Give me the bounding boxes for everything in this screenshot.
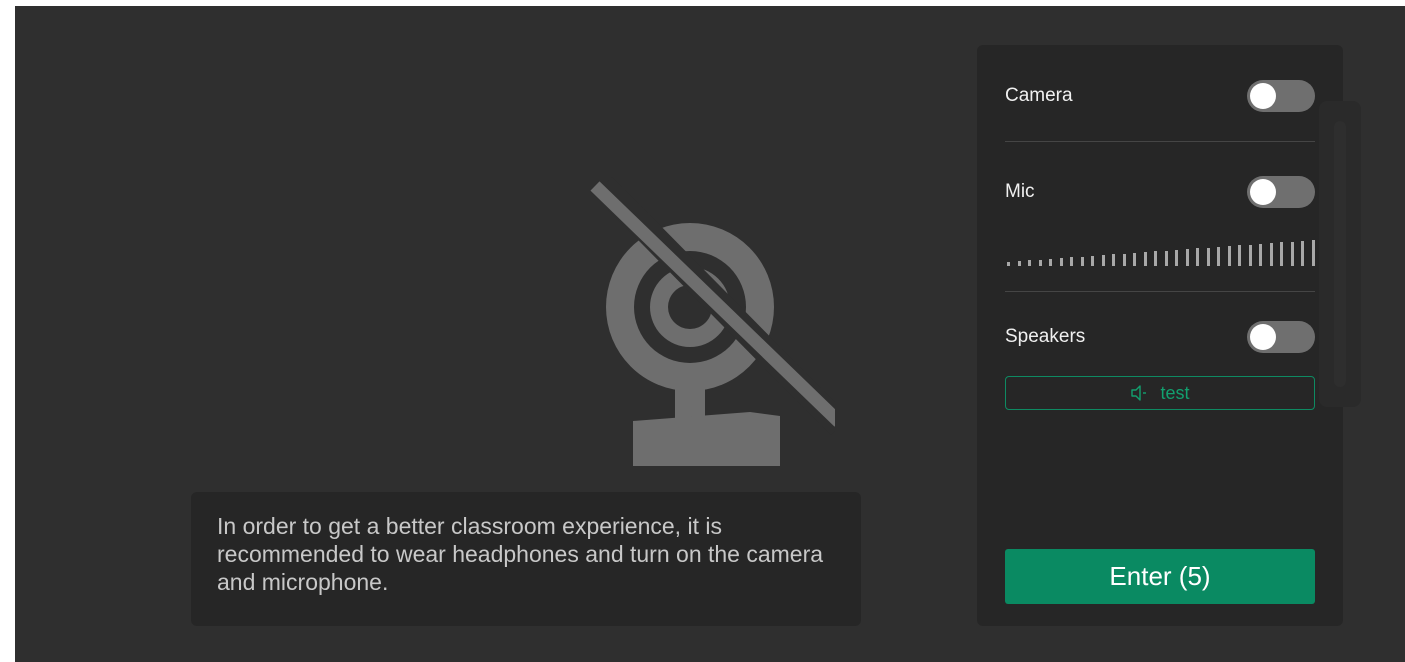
preview-screen: In order to get a better classroom exper… <box>15 6 1405 662</box>
mic-level-bar <box>1080 257 1084 266</box>
speaker-test-button[interactable]: test <box>1005 376 1315 410</box>
mic-row: Mic <box>1005 175 1315 209</box>
camera-off-icon <box>590 176 835 466</box>
mic-level-bar <box>1227 246 1231 266</box>
mic-level-bar <box>1196 248 1200 266</box>
mic-level-bar <box>1070 257 1074 266</box>
speakers-toggle[interactable] <box>1247 321 1315 353</box>
mic-level-bar <box>1101 255 1105 266</box>
speaker-test-label: test <box>1160 382 1190 403</box>
speakers-label: Speakers <box>1005 326 1086 347</box>
mic-level-meter <box>1007 234 1315 266</box>
mic-level-bar <box>1091 256 1095 266</box>
camera-preview: In order to get a better classroom exper… <box>15 6 975 662</box>
mic-level-bar <box>1280 242 1284 266</box>
mic-toggle-knob <box>1250 179 1276 205</box>
mic-level-bar <box>1185 249 1189 266</box>
mic-level-bar <box>1164 251 1168 266</box>
camera-toggle[interactable] <box>1247 80 1315 112</box>
mic-level-bar <box>1154 251 1158 266</box>
mic-level-bar <box>1248 245 1252 266</box>
mic-level-bar <box>1133 253 1137 266</box>
camera-row: Camera <box>1005 79 1315 113</box>
mic-level-bar <box>1049 259 1053 266</box>
speaker-icon <box>1131 385 1147 401</box>
mic-level-bar <box>1301 241 1305 266</box>
mic-level-bar <box>1311 240 1315 266</box>
speakers-toggle-knob <box>1250 324 1276 350</box>
scrollbar-thumb[interactable] <box>1334 121 1346 387</box>
mic-level-bar <box>1007 262 1010 266</box>
divider <box>1005 141 1315 142</box>
camera-label: Camera <box>1005 85 1073 106</box>
camera-toggle-knob <box>1250 83 1276 109</box>
mic-level-bar <box>1122 254 1126 266</box>
mic-level-bar <box>1059 258 1063 266</box>
mic-toggle[interactable] <box>1247 176 1315 208</box>
mic-level-bar <box>1217 247 1221 266</box>
mic-level-bar <box>1112 254 1116 266</box>
mic-level-bar <box>1269 243 1273 266</box>
speakers-row: Speakers <box>1005 320 1315 354</box>
panel-scrollbar[interactable] <box>1319 101 1361 407</box>
mic-level-bar <box>1038 260 1042 266</box>
mic-level-bar <box>1028 260 1032 266</box>
mic-level-bar <box>1206 248 1210 266</box>
mic-level-bar <box>1259 244 1263 266</box>
mic-level-bar <box>1238 245 1242 266</box>
mic-label: Mic <box>1005 181 1035 202</box>
mic-level-bar <box>1175 250 1179 266</box>
mic-level-bar <box>1143 252 1147 266</box>
device-settings-panel: Camera Mic Speakers test Enter (5) <box>977 45 1343 626</box>
divider <box>1005 291 1315 292</box>
mic-level-bar <box>1290 242 1294 266</box>
enter-button[interactable]: Enter (5) <box>1005 549 1315 604</box>
mic-level-bar <box>1017 261 1021 266</box>
tip-message: In order to get a better classroom exper… <box>191 492 861 626</box>
